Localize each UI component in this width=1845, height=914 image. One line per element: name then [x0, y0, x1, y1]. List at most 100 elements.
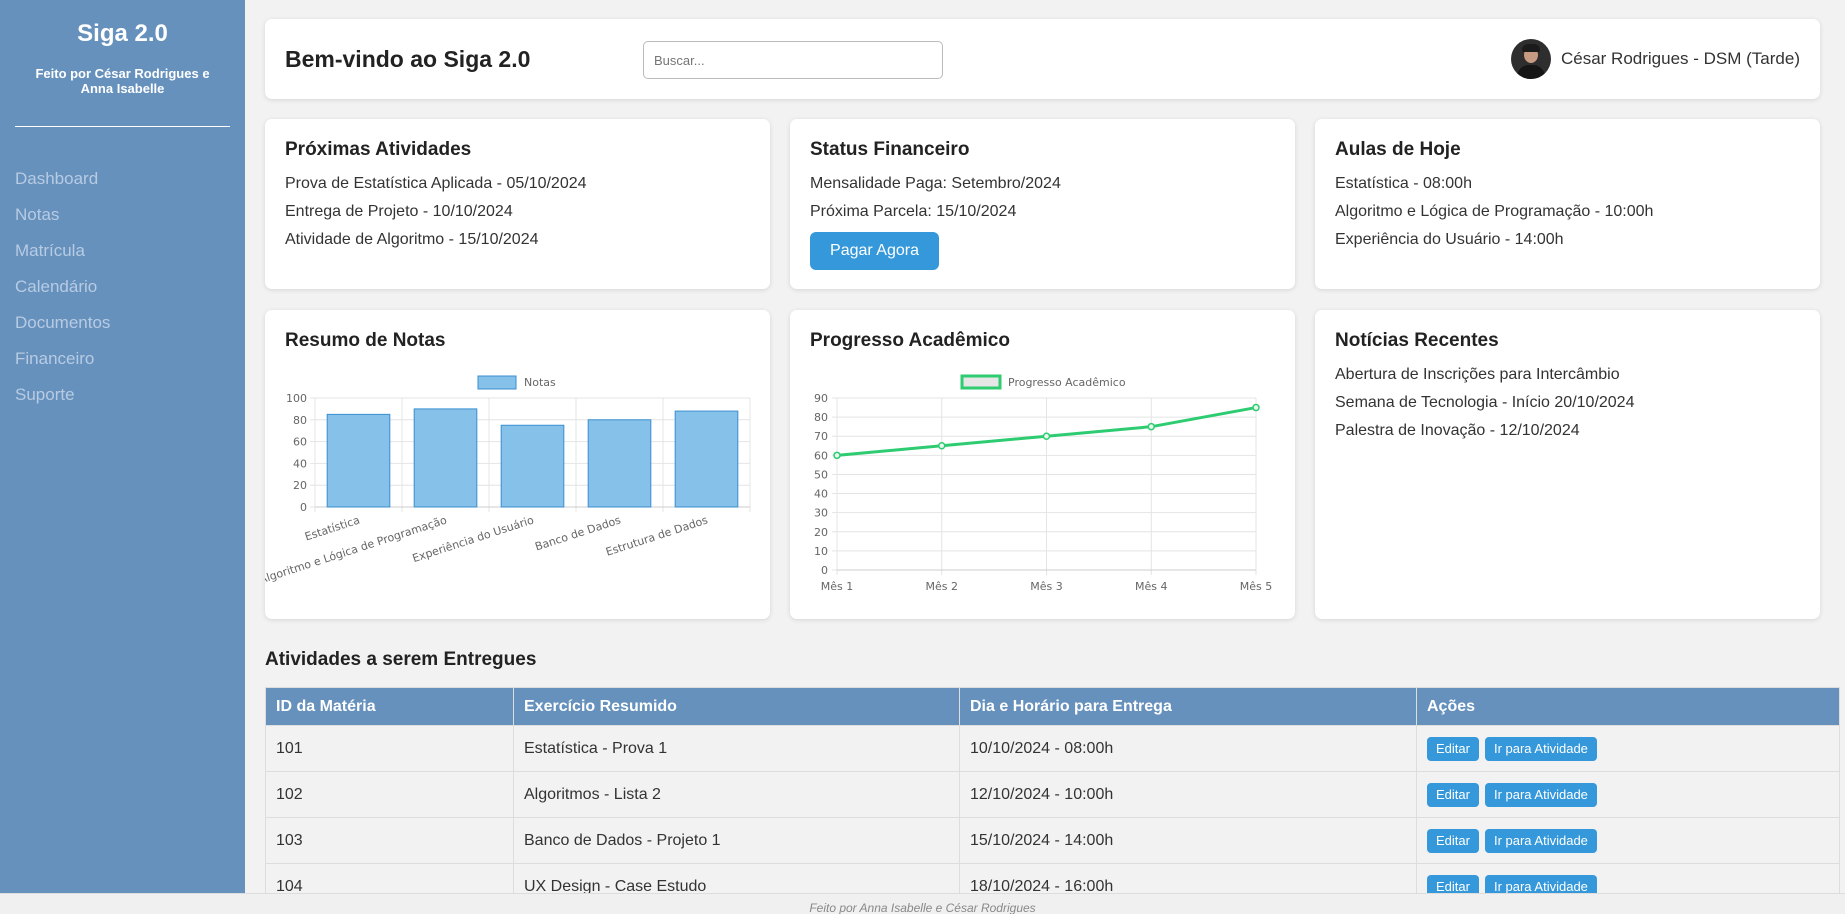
x-tick-label: Estatística: [303, 513, 361, 543]
page-footer: Feito por Anna Isabelle e César Rodrigue…: [0, 893, 1845, 914]
y-tick-label: 0: [300, 501, 307, 514]
avatar[interactable]: [1510, 39, 1551, 79]
cell-actions: Editar Ir para Atividade: [1416, 817, 1840, 864]
card-aulas-de-hoje: Aulas de Hoje Estatística - 08:00h Algor…: [1315, 119, 1820, 289]
y-tick-label: 30: [814, 507, 828, 520]
y-tick-label: 40: [293, 457, 307, 470]
go-to-activity-button[interactable]: Ir para Atividade: [1484, 736, 1597, 761]
cell-id: 103: [265, 817, 514, 864]
list-item: Semana de Tecnologia - Início 20/10/2024: [1335, 394, 1635, 411]
bar: [500, 424, 565, 508]
table-row: 102 Algoritmos - Lista 2 12/10/2024 - 10…: [265, 771, 1840, 818]
y-tick-label: 70: [814, 430, 828, 443]
section-title: Atividades a serem Entregues: [265, 649, 537, 670]
y-tick-label: 90: [814, 392, 828, 405]
sidebar-item-financeiro[interactable]: Financeiro: [0, 341, 245, 377]
y-tick-label: 40: [814, 488, 828, 501]
list-item: Mensalidade Paga: Setembro/2024: [810, 175, 1061, 192]
list-item: Entrega de Projeto - 10/10/2024: [285, 203, 513, 220]
grades-bar-chart: 020406080100EstatísticaAlgoritmo e Lógic…: [265, 375, 751, 587]
column-header: Exercício Resumido: [513, 687, 960, 726]
card-title: Notícias Recentes: [1335, 330, 1499, 351]
table-row: 101 Estatística - Prova 1 10/10/2024 - 0…: [265, 725, 1840, 772]
table-header-row: ID da Matéria Exercício Resumido Dia e H…: [265, 687, 1840, 726]
sidebar-item-suporte[interactable]: Suporte: [0, 377, 245, 413]
card-resumo-de-notas: Resumo de Notas 0 20 40 60 80 100 Estatística A…: [265, 310, 770, 619]
data-point: [938, 442, 946, 450]
sidebar-item-documentos[interactable]: Documentos: [0, 305, 245, 341]
x-tick-label: Mês 3: [1030, 580, 1062, 593]
bar: [326, 413, 391, 508]
column-header: ID da Matéria: [265, 687, 514, 726]
card-title: Aulas de Hoje: [1335, 139, 1461, 160]
y-tick-label: 80: [814, 411, 828, 424]
cell-id: 102: [265, 771, 514, 818]
y-tick-label: 80: [293, 414, 307, 427]
cell-exercise: Algoritmos - Lista 2: [513, 771, 960, 818]
search-input[interactable]: [643, 41, 943, 79]
list-item: Próxima Parcela: 15/10/2024: [810, 203, 1017, 220]
cell-exercise: Estatística - Prova 1: [513, 725, 960, 772]
bar: [413, 408, 478, 508]
card-proximas-atividades: Próximas Atividades Prova de Estatística…: [265, 119, 770, 289]
card-title: Status Financeiro: [810, 139, 970, 160]
y-tick-label: 0: [821, 564, 828, 577]
sidebar-nav: Dashboard Notas Matrícula Calendário Doc…: [0, 161, 245, 413]
list-item: Abertura de Inscrições para Intercâmbio: [1335, 366, 1620, 383]
activities-table: ID da Matéria Exercício Resumido Dia e H…: [265, 687, 1840, 910]
data-point: [1252, 403, 1260, 412]
brand-title: Siga 2.0: [77, 20, 168, 47]
card-title: Próximas Atividades: [285, 139, 472, 160]
y-tick-label: 100: [286, 392, 307, 405]
sidebar-credits: Feito por César Rodrigues e Anna Isabell…: [35, 66, 210, 96]
sidebar-item-matricula[interactable]: Matrícula: [0, 233, 245, 269]
bar: [587, 419, 652, 508]
sidebar-item-calendario[interactable]: Calendário: [0, 269, 245, 305]
cell-due: 15/10/2024 - 14:00h: [959, 817, 1417, 864]
cell-due: 12/10/2024 - 10:00h: [959, 771, 1417, 818]
cell-actions: Editar Ir para Atividade: [1416, 725, 1840, 772]
y-tick-label: 50: [814, 468, 828, 481]
data-point: [833, 451, 841, 460]
card-noticias-recentes: Notícias Recentes Abertura de Inscrições…: [1315, 310, 1820, 619]
cell-actions: Editar Ir para Atividade: [1416, 771, 1840, 818]
column-header: Ações: [1416, 687, 1840, 726]
x-tick-label: Mês 1: [821, 580, 853, 593]
legend-label: Progresso Acadêmico: [1008, 376, 1126, 389]
x-tick-label: Mês 4: [1135, 580, 1167, 593]
bar: [674, 410, 739, 508]
activities-table-wrapper: ID da Matéria Exercício Resumido Dia e H…: [265, 687, 1840, 910]
go-to-activity-button[interactable]: Ir para Atividade: [1484, 828, 1597, 853]
sidebar-item-notas[interactable]: Notas: [0, 197, 245, 233]
edit-button[interactable]: Editar: [1427, 736, 1479, 761]
column-header: Dia e Horário para Entrega: [959, 687, 1417, 726]
go-to-activity-button[interactable]: Ir para Atividade: [1484, 782, 1597, 807]
user-info[interactable]: César Rodrigues - DSM (Tarde): [1510, 39, 1800, 79]
sidebar: Siga 2.0 Feito por César Rodrigues e Ann…: [0, 0, 245, 893]
list-item: Experiência do Usuário - 14:00h: [1335, 231, 1564, 248]
list-item: Atividade de Algoritmo - 15/10/2024: [285, 231, 539, 248]
list-item: Estatística - 08:00h: [1335, 175, 1472, 192]
sidebar-item-dashboard[interactable]: Dashboard: [0, 161, 245, 197]
x-tick-label: Mês 2: [926, 580, 958, 593]
cell-due: 10/10/2024 - 08:00h: [959, 725, 1417, 772]
edit-button[interactable]: Editar: [1427, 782, 1479, 807]
progress-line-chart: 0 10 20 30 40 50 60 70 80 90 Mês 1 Mês 2 Mês 3 Mês 4 M…: [814, 374, 1272, 593]
edit-button[interactable]: Editar: [1427, 828, 1479, 853]
card-status-financeiro: Status Financeiro Mensalidade Paga: Sete…: [790, 119, 1295, 289]
legend-swatch: [477, 375, 517, 390]
x-tick-label: Mês 5: [1240, 580, 1272, 593]
y-tick-label: 60: [814, 449, 828, 462]
list-item: Algoritmo e Lógica de Programação - 10:0…: [1335, 203, 1654, 220]
pay-now-button[interactable]: Pagar Agora: [810, 232, 939, 270]
cell-exercise: Banco de Dados - Projeto 1: [513, 817, 960, 864]
data-point: [1042, 432, 1051, 440]
page-title: Bem-vindo ao Siga 2.0: [285, 46, 531, 72]
list-item: Palestra de Inovação - 12/10/2024: [1335, 422, 1580, 439]
y-tick-label: 20: [814, 526, 828, 539]
table-row: 103 Banco de Dados - Projeto 1 15/10/202…: [265, 817, 1840, 864]
data-point: [1147, 422, 1155, 431]
y-tick-label: 10: [814, 545, 828, 558]
list-item: Prova de Estatística Aplicada - 05/10/20…: [285, 175, 587, 192]
y-tick-label: 60: [293, 436, 307, 449]
